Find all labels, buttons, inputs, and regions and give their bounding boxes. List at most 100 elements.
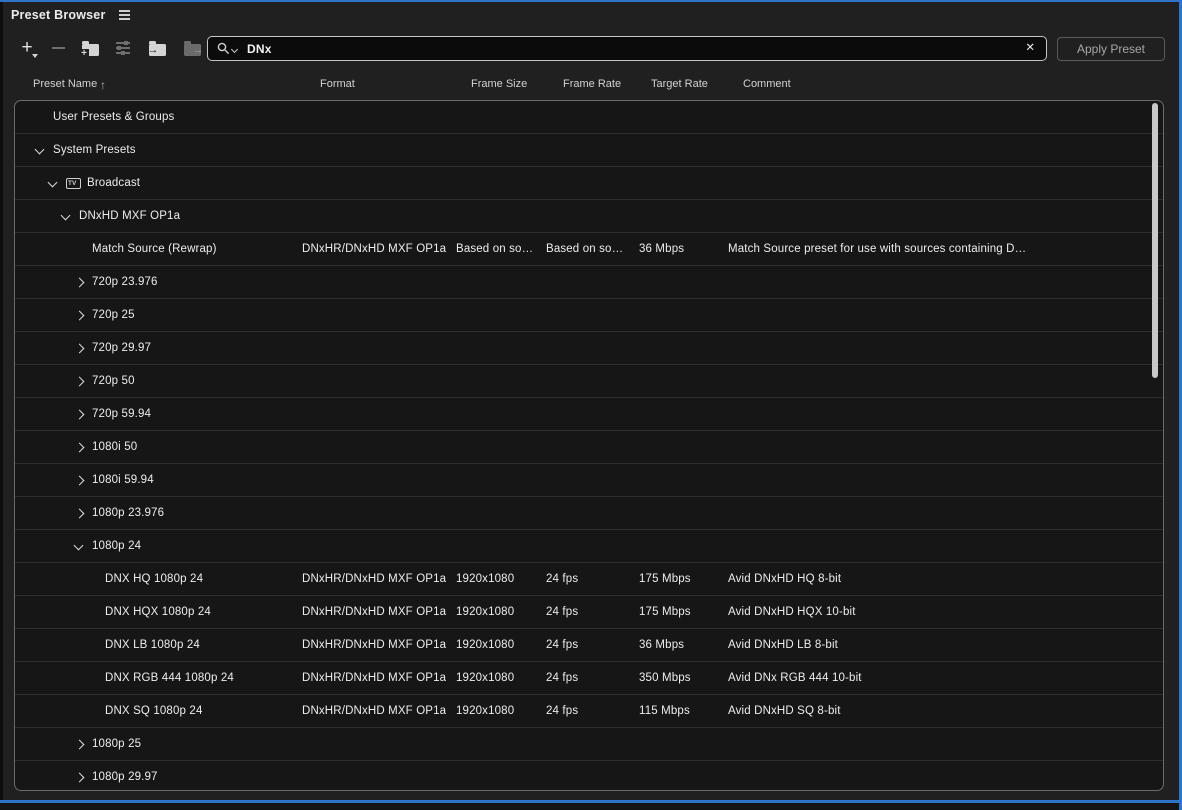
frame-size-cell: 1920x1080: [456, 672, 514, 684]
preset-row[interactable]: DNX HQX 1080p 24 DNxHR/DNxHD MXF OP1a 19…: [15, 596, 1163, 629]
target-rate-cell: 36 Mbps: [639, 243, 684, 255]
frame-size-cell: 1920x1080: [456, 639, 514, 651]
create-preset-button[interactable]: +: [15, 37, 39, 59]
frame-size-cell: 1920x1080: [456, 573, 514, 585]
preset-row[interactable]: 720p 25: [15, 299, 1163, 332]
format-cell: DNxHR/DNxHD MXF OP1a: [302, 573, 446, 585]
preset-name-cell: DNX SQ 1080p 24: [105, 705, 203, 717]
preset-table: User Presets & Groups System Presets TV …: [14, 100, 1164, 791]
expand-chevron-icon[interactable]: [75, 343, 85, 353]
clear-search-icon[interactable]: ✕: [1025, 43, 1035, 54]
preset-row[interactable]: 1080p 23.976: [15, 497, 1163, 530]
column-header-format[interactable]: Format: [320, 78, 355, 90]
preset-row[interactable]: DNX RGB 444 1080p 24 DNxHR/DNxHD MXF OP1…: [15, 662, 1163, 695]
preset-row[interactable]: DNX HQ 1080p 24 DNxHR/DNxHD MXF OP1a 192…: [15, 563, 1163, 596]
preset-row[interactable]: System Presets: [15, 134, 1163, 167]
preset-row[interactable]: DNX SQ 1080p 24 DNxHR/DNxHD MXF OP1a 192…: [15, 695, 1163, 728]
format-cell: DNxHR/DNxHD MXF OP1a: [302, 606, 446, 618]
target-rate-cell: 175 Mbps: [639, 573, 691, 585]
frame-rate-cell: Based on so…: [546, 243, 623, 255]
panel-title: Preset Browser: [11, 8, 106, 22]
preset-row[interactable]: 1080p 25: [15, 728, 1163, 761]
expand-chevron-icon[interactable]: [48, 177, 58, 187]
panel-bottom-gap: [0, 803, 1182, 810]
caret-down-icon: [32, 54, 38, 58]
expand-chevron-icon[interactable]: [75, 739, 85, 749]
preset-row[interactable]: 1080i 50: [15, 431, 1163, 464]
preset-name-cell: 720p 29.97: [92, 342, 151, 354]
expand-chevron-icon[interactable]: [75, 772, 85, 782]
chevron-down-icon[interactable]: [231, 45, 238, 52]
create-group-button[interactable]: +: [78, 37, 102, 59]
frame-size-cell: 1920x1080: [456, 606, 514, 618]
apply-preset-button[interactable]: Apply Preset: [1057, 37, 1165, 61]
panel-focus-border-top: [0, 0, 1182, 2]
search-icon: [217, 42, 230, 55]
chevron-slot: [75, 411, 92, 418]
preset-row[interactable]: 1080p 29.97: [15, 761, 1163, 791]
target-rate-cell: 115 Mbps: [639, 705, 690, 717]
chevron-slot: [75, 279, 92, 286]
format-cell: DNxHR/DNxHD MXF OP1a: [302, 243, 446, 255]
chevron-slot: [75, 774, 92, 781]
folder-export-icon: →: [184, 44, 201, 56]
preset-row[interactable]: Match Source (Rewrap) DNxHR/DNxHD MXF OP…: [15, 233, 1163, 266]
search-box[interactable]: DNx ✕: [207, 36, 1047, 61]
expand-chevron-icon[interactable]: [74, 540, 84, 550]
vertical-scrollbar[interactable]: [1152, 103, 1158, 378]
preset-name-cell: 1080i 59.94: [92, 474, 154, 486]
comment-cell: Match Source preset for use with sources…: [728, 243, 1026, 255]
panel-focus-border-bottom: [0, 800, 1182, 803]
preset-name-cell: 720p 59.94: [92, 408, 151, 420]
expand-chevron-icon[interactable]: [75, 442, 85, 452]
expand-chevron-icon[interactable]: [75, 310, 85, 320]
expand-chevron-icon[interactable]: [75, 475, 85, 485]
preset-settings-button[interactable]: [111, 37, 135, 59]
target-rate-cell: 175 Mbps: [639, 606, 691, 618]
expand-chevron-icon[interactable]: [35, 144, 45, 154]
frame-rate-cell: 24 fps: [546, 705, 578, 717]
expand-chevron-icon[interactable]: [75, 376, 85, 386]
delete-preset-button[interactable]: [46, 37, 70, 59]
preset-name-cell: Broadcast: [87, 177, 140, 189]
frame-rate-cell: 24 fps: [546, 672, 578, 684]
preset-row[interactable]: DNxHD MXF OP1a: [15, 200, 1163, 233]
expand-chevron-icon[interactable]: [75, 277, 85, 287]
comment-cell: Avid DNxHD LB 8-bit: [728, 639, 838, 651]
frame-rate-cell: 24 fps: [546, 606, 578, 618]
preset-row[interactable]: User Presets & Groups: [15, 101, 1163, 134]
panel-left-edge: [0, 2, 3, 800]
export-preset-button[interactable]: →: [180, 37, 204, 59]
column-header-frame-size[interactable]: Frame Size: [471, 78, 527, 90]
comment-cell: Avid DNxHD HQX 10-bit: [728, 606, 856, 618]
preset-row[interactable]: 720p 29.97: [15, 332, 1163, 365]
expand-chevron-icon[interactable]: [75, 409, 85, 419]
column-header-preset-name[interactable]: Preset Name: [33, 78, 97, 90]
preset-name-cell: 1080i 50: [92, 441, 137, 453]
expand-chevron-icon[interactable]: [75, 508, 85, 518]
preset-row[interactable]: 720p 23.976: [15, 266, 1163, 299]
preset-row[interactable]: DNX LB 1080p 24 DNxHR/DNxHD MXF OP1a 192…: [15, 629, 1163, 662]
preset-name-cell: 720p 25: [92, 309, 135, 321]
folder-import-icon: →: [149, 44, 166, 56]
preset-row[interactable]: TV Broadcast: [15, 167, 1163, 200]
column-header-frame-rate[interactable]: Frame Rate: [563, 78, 621, 90]
column-header-target-rate[interactable]: Target Rate: [651, 78, 708, 90]
column-header-comment[interactable]: Comment: [743, 78, 791, 90]
import-preset-button[interactable]: →: [145, 37, 169, 59]
preset-row[interactable]: 1080p 24: [15, 530, 1163, 563]
folder-plus-icon: +: [82, 44, 99, 56]
comment-cell: Avid DNx RGB 444 10-bit: [728, 672, 862, 684]
preset-row[interactable]: 720p 59.94: [15, 398, 1163, 431]
tv-icon: TV: [66, 178, 81, 189]
chevron-slot: [75, 741, 92, 748]
preset-row[interactable]: 720p 50: [15, 365, 1163, 398]
chevron-slot: [36, 148, 53, 153]
expand-chevron-icon[interactable]: [61, 210, 71, 220]
search-input[interactable]: DNx: [247, 42, 1025, 56]
preset-name-cell: User Presets & Groups: [53, 111, 174, 123]
preset-row[interactable]: 1080i 59.94: [15, 464, 1163, 497]
chevron-slot: [75, 477, 92, 484]
chevron-slot: [62, 214, 79, 219]
panel-menu-icon[interactable]: [119, 10, 130, 20]
